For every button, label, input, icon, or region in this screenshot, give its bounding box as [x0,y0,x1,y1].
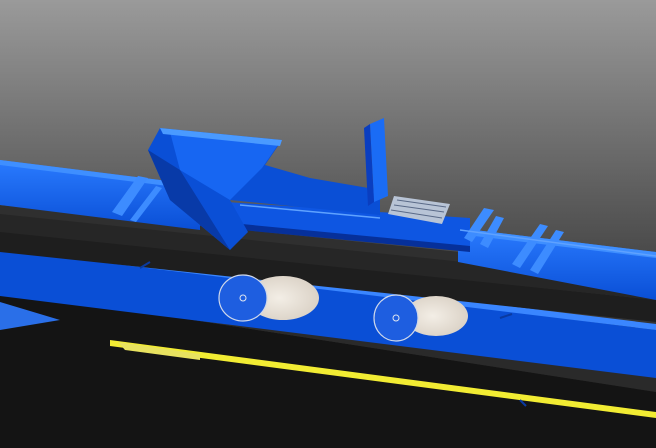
return-idler-left [218,274,319,322]
conveyor-3d-scene[interactable] [0,0,656,448]
model-viewport[interactable] [0,0,656,448]
